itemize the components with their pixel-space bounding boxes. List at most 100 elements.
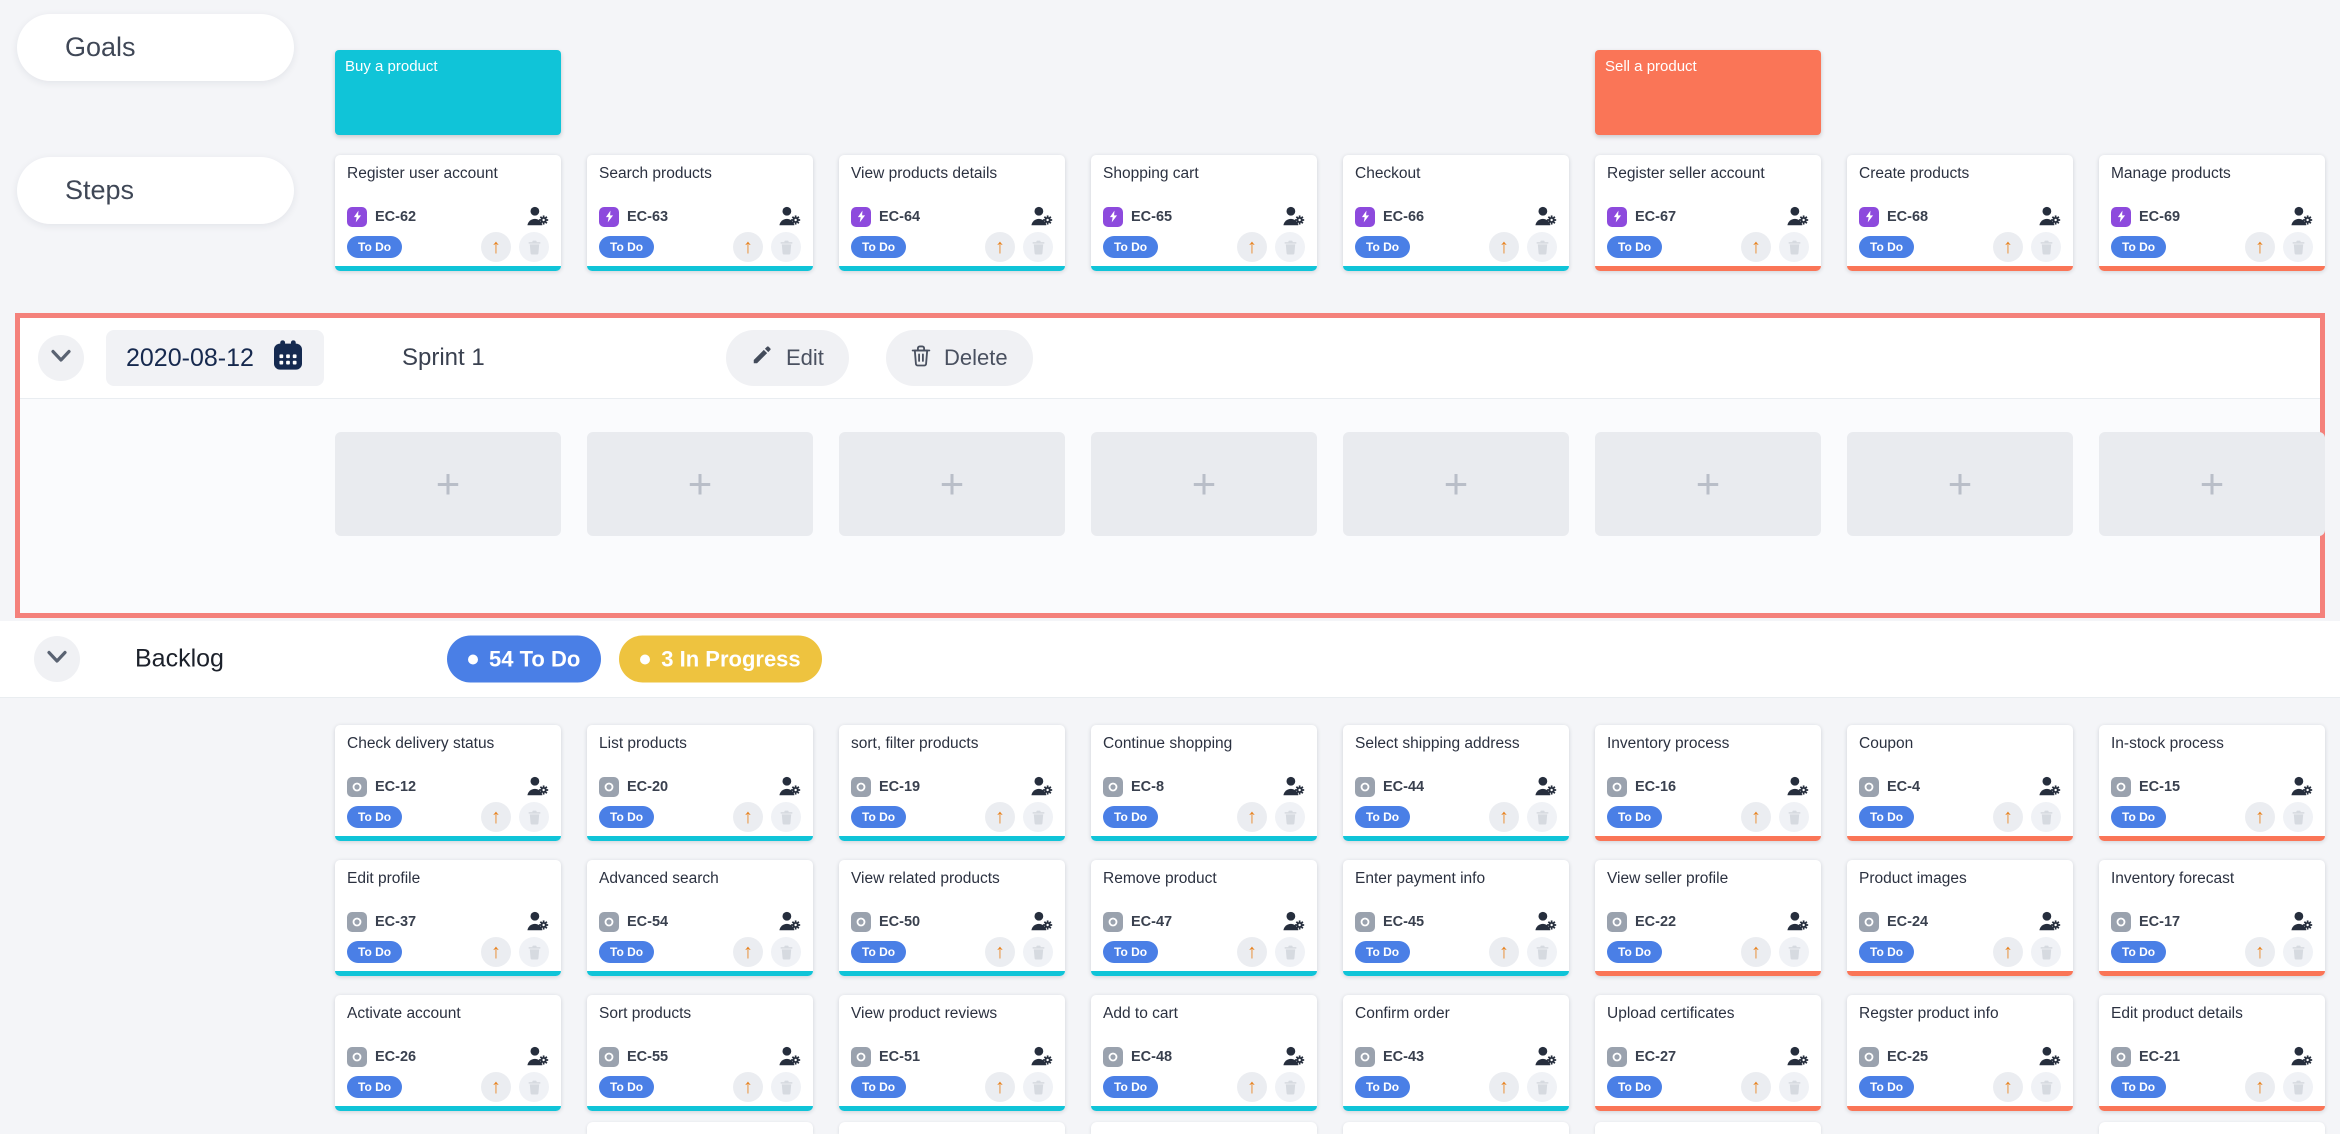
story-card[interactable]: Check delivery statusEC-12To Do↑ [335,725,561,841]
add-card-slot[interactable]: + [1091,432,1317,536]
delete-card-button[interactable] [1275,1072,1305,1102]
assignee-settings-icon[interactable] [526,206,549,227]
story-card[interactable]: Advanced searchEC-54To Do↑ [587,860,813,976]
story-card[interactable]: Upload certificatesEC-27To Do↑ [1595,995,1821,1111]
priority-up-button[interactable]: ↑ [1489,802,1519,832]
delete-card-button[interactable] [2031,232,2061,262]
priority-up-button[interactable]: ↑ [733,802,763,832]
add-card-slot[interactable]: + [1343,432,1569,536]
story-card[interactable]: Inventory forecastEC-17To Do↑ [2099,860,2325,976]
assignee-settings-icon[interactable] [2038,776,2061,797]
priority-up-button[interactable]: ↑ [1237,937,1267,967]
assignee-settings-icon[interactable] [2038,206,2061,227]
delete-card-button[interactable] [1779,1072,1809,1102]
delete-card-button[interactable] [519,232,549,262]
assignee-settings-icon[interactable] [1534,206,1557,227]
story-card[interactable]: Select shipping addressEC-44To Do↑ [1343,725,1569,841]
delete-card-button[interactable] [519,802,549,832]
priority-up-button[interactable]: ↑ [1237,802,1267,832]
priority-up-button[interactable]: ↑ [1993,937,2023,967]
delete-card-button[interactable] [1275,937,1305,967]
priority-up-button[interactable]: ↑ [985,937,1015,967]
story-card[interactable]: Product imagesEC-24To Do↑ [1847,860,2073,976]
priority-up-button[interactable]: ↑ [1489,1072,1519,1102]
delete-card-button[interactable] [1023,802,1053,832]
steps-lane-pill[interactable]: Steps [17,157,294,224]
story-card[interactable]: Search productsEC-63To Do↑ [587,155,813,271]
story-card[interactable]: View products detailsEC-64To Do↑ [839,155,1065,271]
add-card-slot[interactable]: + [2099,432,2325,536]
sprint-date-picker[interactable]: 2020-08-12 [106,330,324,386]
goal-card[interactable]: Sell a product [1595,50,1821,135]
delete-sprint-button[interactable]: Delete [886,330,1033,386]
story-card[interactable]: Add to cartEC-48To Do↑ [1091,995,1317,1111]
add-card-slot[interactable]: + [587,432,813,536]
assignee-settings-icon[interactable] [2290,911,2313,932]
delete-card-button[interactable] [1275,802,1305,832]
story-card[interactable]: View product reviewsEC-51To Do↑ [839,995,1065,1111]
assignee-settings-icon[interactable] [1282,776,1305,797]
assignee-settings-icon[interactable] [1786,911,1809,932]
delete-card-button[interactable] [1527,802,1557,832]
delete-card-button[interactable] [771,232,801,262]
story-card[interactable]: Confirm orderEC-43To Do↑ [1343,995,1569,1111]
story-card[interactable]: Create productsEC-68To Do↑ [1847,155,2073,271]
goal-card[interactable]: Buy a product [335,50,561,135]
story-card[interactable]: Regster product infoEC-25To Do↑ [1847,995,2073,1111]
assignee-settings-icon[interactable] [2290,206,2313,227]
assignee-settings-icon[interactable] [1030,776,1053,797]
delete-card-button[interactable] [1779,802,1809,832]
story-card[interactable]: sort, filter productsEC-19To Do↑ [839,725,1065,841]
goals-lane-pill[interactable]: Goals [17,14,294,81]
story-card[interactable]: View seller profileEC-22To Do↑ [1595,860,1821,976]
delete-card-button[interactable] [771,802,801,832]
priority-up-button[interactable]: ↑ [1237,1072,1267,1102]
priority-up-button[interactable]: ↑ [2245,1072,2275,1102]
delete-card-button[interactable] [2031,1072,2061,1102]
delete-card-button[interactable] [2283,937,2313,967]
story-card[interactable]: CouponEC-4To Do↑ [1847,725,2073,841]
assignee-settings-icon[interactable] [526,776,549,797]
priority-up-button[interactable]: ↑ [1741,232,1771,262]
delete-card-button[interactable] [1275,232,1305,262]
add-card-slot[interactable]: + [839,432,1065,536]
assignee-settings-icon[interactable] [1030,1046,1053,1067]
priority-up-button[interactable]: ↑ [985,802,1015,832]
story-card[interactable]: Sort productsEC-55To Do↑ [587,995,813,1111]
priority-up-button[interactable]: ↑ [985,1072,1015,1102]
priority-up-button[interactable]: ↑ [1741,937,1771,967]
assignee-settings-icon[interactable] [2038,911,2061,932]
assignee-settings-icon[interactable] [1030,911,1053,932]
story-card[interactable]: Edit profileEC-37To Do↑ [335,860,561,976]
delete-card-button[interactable] [1527,1072,1557,1102]
story-card[interactable]: Register seller accountEC-67To Do↑ [1595,155,1821,271]
priority-up-button[interactable]: ↑ [1489,937,1519,967]
priority-up-button[interactable]: ↑ [1993,802,2023,832]
story-card[interactable]: Edit product detailsEC-21To Do↑ [2099,995,2325,1111]
edit-sprint-button[interactable]: Edit [726,330,849,386]
delete-card-button[interactable] [771,1072,801,1102]
priority-up-button[interactable]: ↑ [481,1072,511,1102]
delete-card-button[interactable] [1527,937,1557,967]
delete-card-button[interactable] [1527,232,1557,262]
priority-up-button[interactable]: ↑ [985,232,1015,262]
story-card[interactable]: View related productsEC-50To Do↑ [839,860,1065,976]
add-card-slot[interactable]: + [1847,432,2073,536]
story-card[interactable]: Remove productEC-47To Do↑ [1091,860,1317,976]
priority-up-button[interactable]: ↑ [1741,1072,1771,1102]
status-count-badge[interactable]: 3 In Progress [619,636,821,683]
delete-card-button[interactable] [1779,232,1809,262]
assignee-settings-icon[interactable] [778,206,801,227]
story-card[interactable]: CheckoutEC-66To Do↑ [1343,155,1569,271]
priority-up-button[interactable]: ↑ [481,937,511,967]
priority-up-button[interactable]: ↑ [481,802,511,832]
story-card[interactable]: Enter payment infoEC-45To Do↑ [1343,860,1569,976]
priority-up-button[interactable]: ↑ [733,1072,763,1102]
collapse-sprint-button[interactable] [38,335,84,381]
priority-up-button[interactable]: ↑ [2245,802,2275,832]
priority-up-button[interactable]: ↑ [1741,802,1771,832]
story-card[interactable]: Activate accountEC-26To Do↑ [335,995,561,1111]
assignee-settings-icon[interactable] [526,1046,549,1067]
priority-up-button[interactable]: ↑ [2245,232,2275,262]
delete-card-button[interactable] [519,1072,549,1102]
